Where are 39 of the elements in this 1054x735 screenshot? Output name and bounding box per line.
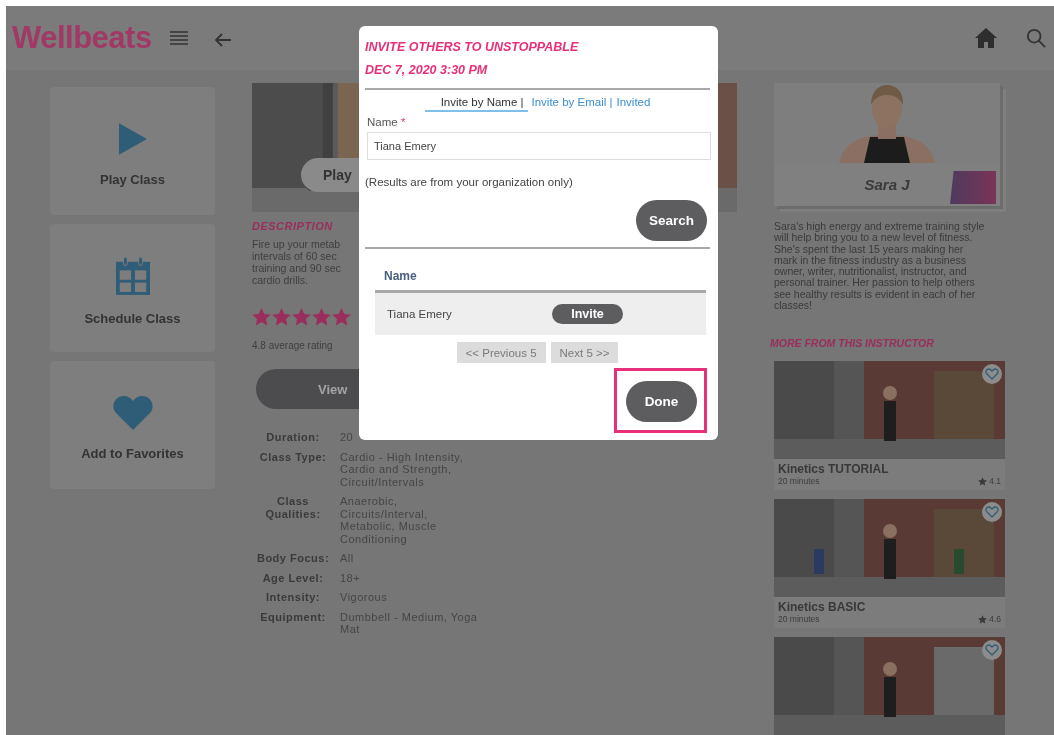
action-card[interactable]: Add to Favorites xyxy=(50,361,215,489)
tab[interactable]: Invite by Name | xyxy=(424,96,528,112)
field-label: Name * xyxy=(367,116,407,128)
invite-button[interactable]: Invite xyxy=(552,304,623,324)
star-icon xyxy=(978,476,988,486)
video-rating: 4.1 xyxy=(989,476,1001,487)
star-icon xyxy=(978,614,988,624)
tab[interactable]: Invite by Email | xyxy=(531,96,613,112)
detail-label: Equipment: xyxy=(259,610,327,625)
section-heading: DESCRIPTION xyxy=(252,220,333,232)
action-card[interactable]: Schedule Class xyxy=(50,224,215,352)
done-button[interactable]: Done xyxy=(626,381,697,422)
detail-label: Intensity: xyxy=(265,591,321,604)
name-field[interactable]: Tiana Emery xyxy=(367,132,711,160)
search-button[interactable]: Search xyxy=(636,200,707,241)
video-title: Kinetics TUTORIAL xyxy=(778,462,890,477)
video-title: Kinetics BASIC xyxy=(778,600,867,615)
video-rating: 4.6 xyxy=(989,614,1001,625)
heart-icon xyxy=(112,395,153,430)
instructor-name: Sara J xyxy=(864,176,910,193)
dialog-date: DEC 7, 2020 3:30 PM xyxy=(365,62,489,79)
menu-icon[interactable] xyxy=(169,31,188,45)
table-cell-text: Tiana Emery xyxy=(387,308,453,320)
play-icon xyxy=(118,121,147,156)
dialog-title: INVITE OTHERS TO UNSTOPPABLE xyxy=(365,39,580,56)
detail-label: Age Level: xyxy=(261,571,325,584)
search-icon[interactable] xyxy=(1026,28,1046,48)
detail-label: Class Qualities: xyxy=(264,495,322,522)
detail-label: Class Type: xyxy=(258,450,328,465)
column-header: Name xyxy=(384,269,417,283)
calendar-icon xyxy=(115,256,150,295)
section-heading: MORE FROM THIS INSTRUCTOR xyxy=(770,337,935,350)
detail-label: Body Focus: xyxy=(255,552,331,565)
back-arrow-icon[interactable] xyxy=(213,33,232,47)
accent-stripe xyxy=(950,171,996,204)
tab[interactable]: Invited xyxy=(616,96,651,112)
detail-label: Duration: xyxy=(265,431,321,444)
action-card[interactable]: Play Class xyxy=(50,87,215,215)
home-icon[interactable] xyxy=(974,27,998,49)
